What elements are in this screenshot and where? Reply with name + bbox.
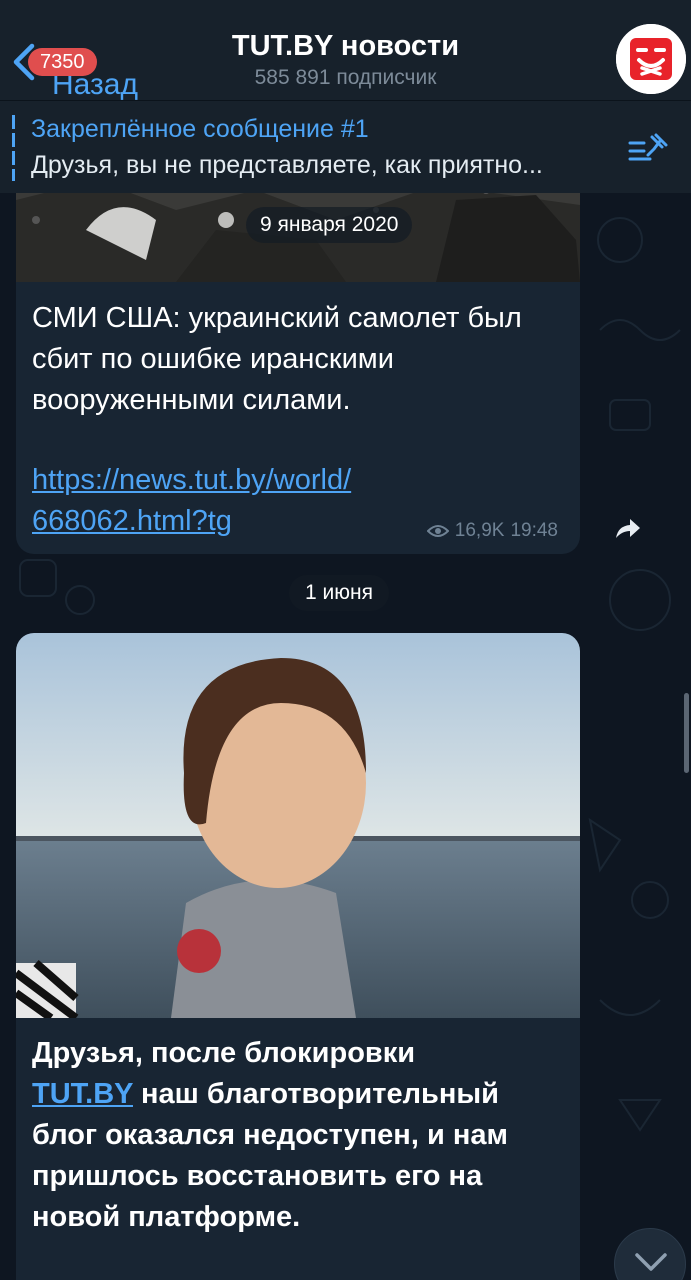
message-text: СМИ США: украинский самолет был сбит по … [32, 302, 522, 416]
link-line-2[interactable]: 668062.html?tg [32, 505, 232, 537]
pinned-preview-text: Друзья, вы не представляете, как приятно… [31, 151, 543, 179]
eye-icon [426, 525, 449, 537]
message-meta: 16,9K 19:48 [426, 520, 558, 542]
day-separator: 1 июня [289, 575, 389, 611]
message-time: 19:48 [510, 520, 558, 541]
view-count: 16,9K [454, 520, 505, 541]
chat-header: Назад 7350 TUT.BY новости 585 891 подпис… [0, 0, 691, 101]
tutby-link[interactable]: TUT.BY [32, 1078, 133, 1110]
article-link[interactable]: https://news.tut.by/world/ 668062.html?t… [32, 460, 351, 542]
pinned-message-bar[interactable]: Закреплённое сообщение #1 Друзья, вы не … [0, 100, 691, 193]
message-bubble[interactable]: Друзья, после блокировки TUT.BY наш благ… [16, 633, 580, 1280]
channel-title[interactable]: TUT.BY новости [0, 30, 691, 63]
channel-avatar[interactable] [616, 24, 686, 94]
subscriber-count: 585 891 подписчик [254, 66, 437, 89]
text-line-1: Друзья, после блокировки [32, 1037, 416, 1069]
message-text: Друзья, после блокировки TUT.BY наш благ… [32, 1033, 572, 1238]
tutby-logo-icon [616, 24, 686, 94]
link-line-1[interactable]: https://news.tut.by/world/ [32, 464, 351, 496]
pinned-indicator [12, 115, 15, 181]
child-photo[interactable] [16, 633, 580, 1018]
share-icon[interactable] [608, 510, 646, 548]
pin-list-icon[interactable] [626, 131, 670, 167]
scrollbar-thumb[interactable] [684, 693, 689, 773]
chevron-down-icon [635, 1253, 667, 1271]
pinned-title: Закреплённое сообщение #1 [31, 115, 369, 143]
photo-date-label: 9 января 2020 [246, 207, 413, 243]
